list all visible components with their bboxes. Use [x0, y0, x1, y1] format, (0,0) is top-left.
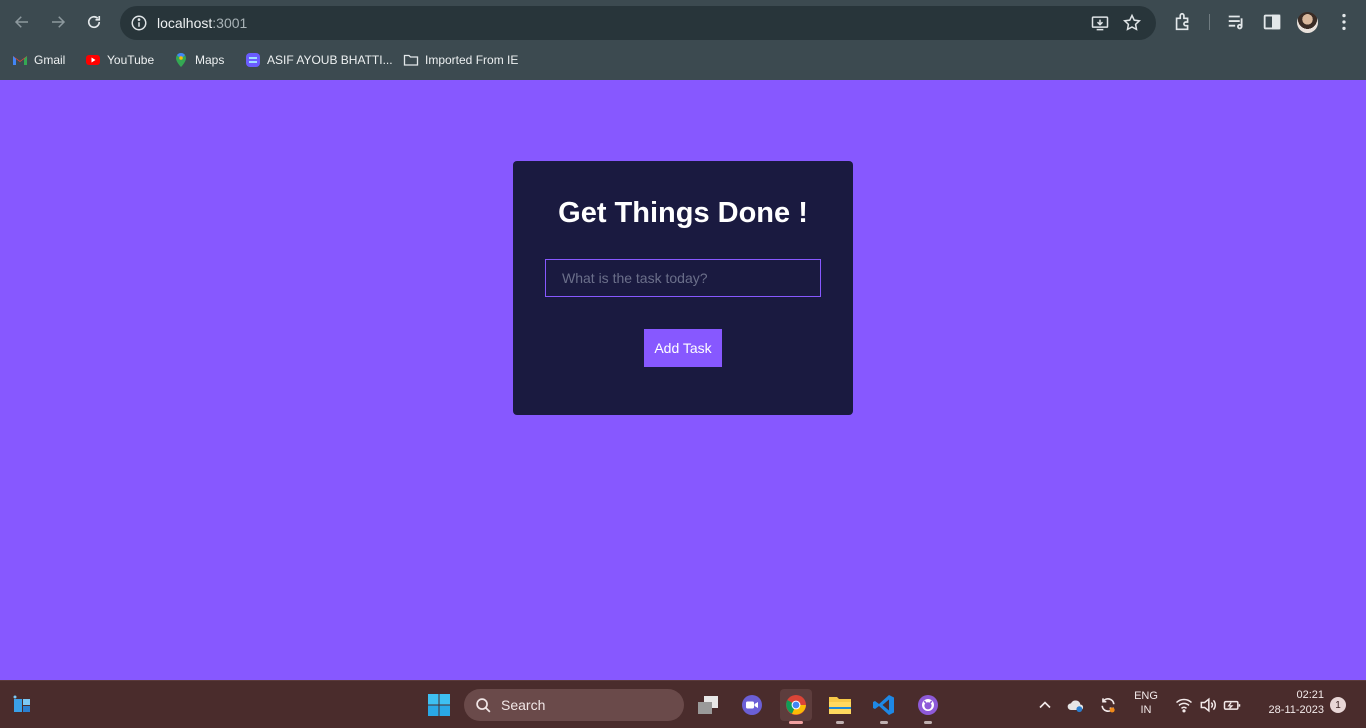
reload-button[interactable] [80, 8, 108, 36]
clock[interactable]: 02:21 28-11-2023 [1252, 689, 1324, 716]
maps-icon [176, 53, 186, 67]
toolbar-divider [1209, 14, 1210, 30]
folder-icon [403, 54, 419, 66]
youtube-icon [86, 55, 100, 65]
running-indicator [924, 721, 932, 724]
site-info-icon[interactable] [130, 14, 148, 32]
volume-icon[interactable] [1198, 695, 1218, 715]
battery-charging-icon[interactable] [1222, 695, 1242, 715]
taskbar: Search ENG IN 02:21 28-11-2023 1 [0, 680, 1366, 728]
language-region: IN [1140, 704, 1152, 716]
url-host: localhost [157, 15, 213, 31]
clock-date: 28-11-2023 [1268, 704, 1324, 716]
arrow-right-icon [52, 16, 66, 28]
wifi-icon[interactable] [1174, 695, 1194, 715]
start-button[interactable] [423, 689, 455, 721]
app-title: Get Things Done ! [558, 197, 808, 229]
bookmark-label: YouTube [107, 53, 155, 67]
running-indicator [880, 721, 888, 724]
reload-icon [87, 15, 101, 29]
active-indicator [789, 721, 803, 724]
github-icon [918, 695, 938, 715]
windows-logo-icon [428, 694, 450, 716]
media-control-icon[interactable] [1226, 11, 1248, 33]
running-indicator [836, 721, 844, 724]
browser-chrome: localhost:3001 Gmail YouTube Maps ASIF A… [0, 0, 1366, 80]
back-button[interactable] [8, 8, 36, 36]
bookmark-folder-imported-from-ie[interactable]: Imported From IE [403, 48, 518, 72]
widgets-icon [13, 695, 30, 712]
url-port: :3001 [212, 15, 248, 31]
arrow-left-icon [14, 16, 28, 28]
vscode-button[interactable] [868, 689, 900, 724]
bookmark-maps[interactable]: Maps [173, 48, 224, 72]
task-input[interactable] [545, 259, 821, 297]
bookmark-gmail[interactable]: Gmail [12, 48, 65, 72]
gmail-icon [13, 56, 27, 65]
teams-chat-icon [742, 695, 762, 715]
file-explorer-button[interactable] [824, 689, 856, 724]
bookmark-label: Imported From IE [425, 53, 519, 67]
browser-toolbar: localhost:3001 [0, 0, 1366, 44]
vscode-icon [873, 695, 894, 715]
todo-card: Get Things Done ! Add Task [513, 161, 853, 415]
bookmark-label: Gmail [34, 53, 66, 67]
language-indicator[interactable]: ENG IN [1130, 690, 1162, 716]
url-text[interactable]: localhost:3001 [157, 15, 247, 31]
folder-icon [829, 697, 851, 714]
widgets-button[interactable] [6, 689, 38, 721]
side-panel-icon[interactable] [1261, 11, 1283, 33]
task-view-icon [698, 696, 718, 714]
bookmark-label: Maps [195, 53, 225, 67]
clock-time: 02:21 [1296, 689, 1324, 701]
bookmark-asif-ayoub-bhatti[interactable]: ASIF AYOUB BHATTI... [245, 48, 393, 72]
add-task-button[interactable]: Add Task [644, 329, 722, 367]
star-icon[interactable] [1122, 13, 1142, 33]
extensions-icon[interactable] [1172, 11, 1194, 33]
notification-badge[interactable]: 1 [1330, 697, 1346, 713]
install-app-icon[interactable] [1090, 13, 1110, 33]
task-view-button[interactable] [692, 689, 724, 721]
bookmark-youtube[interactable]: YouTube [85, 48, 154, 72]
onedrive-icon[interactable] [1066, 695, 1086, 715]
chevron-up-icon[interactable] [1035, 695, 1055, 715]
bookmark-site-icon [246, 53, 260, 67]
sync-icon[interactable] [1098, 695, 1118, 715]
bookmark-label: ASIF AYOUB BHATTI... [267, 53, 393, 67]
taskbar-search[interactable]: Search [464, 689, 684, 721]
profile-avatar[interactable] [1297, 12, 1318, 33]
language-code: ENG [1134, 690, 1158, 702]
menu-icon[interactable] [1333, 11, 1355, 33]
teams-chat-button[interactable] [736, 689, 768, 721]
address-bar[interactable]: localhost:3001 [120, 6, 1156, 40]
github-desktop-button[interactable] [912, 689, 944, 724]
forward-button[interactable] [44, 8, 72, 36]
search-icon [476, 698, 491, 713]
search-label: Search [501, 697, 546, 713]
chrome-taskbar-button[interactable] [780, 689, 812, 724]
bookmarks-bar: Gmail YouTube Maps ASIF AYOUB BHATTI... … [0, 48, 1366, 72]
chrome-icon [786, 695, 806, 715]
